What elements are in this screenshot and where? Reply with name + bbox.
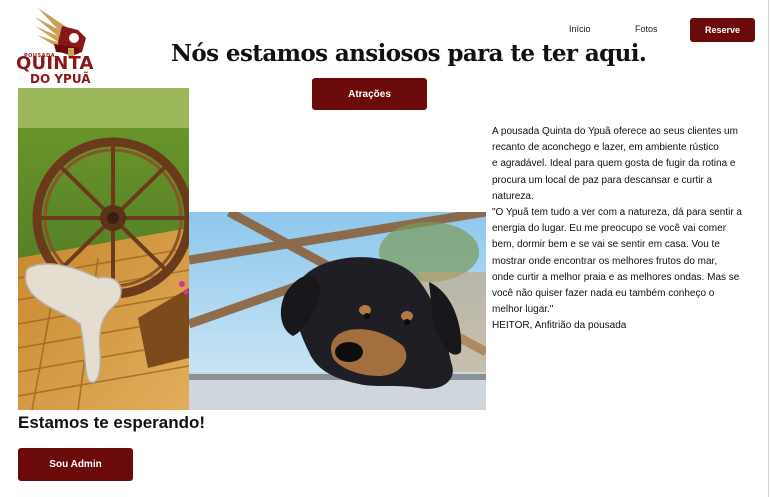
description-line: energia do lugar. Eu me preocupo se você… <box>492 223 727 235</box>
description-line: natureza. <box>492 190 534 202</box>
nav-link-fotos[interactable]: Fotos <box>635 24 658 34</box>
logo[interactable]: POUSADA QUINTA DO YPUÃ <box>14 4 104 88</box>
description-line: e agradável. Ideal para quem gosta de fu… <box>492 158 736 170</box>
admin-button[interactable]: Sou Admin <box>18 448 133 481</box>
description-line: procura um local de paz para descansar e… <box>492 174 713 186</box>
attractions-button[interactable]: Atrações <box>312 78 427 110</box>
wheel-photo <box>18 88 189 410</box>
logo-wings-icon <box>35 8 86 56</box>
description-line: bem, dormir bem e se vai se sentir em ca… <box>492 239 720 251</box>
logo-name-line2: DO YPUÃ <box>30 72 91 86</box>
description-line: mostrar onde encontrar os melhores fruto… <box>492 255 718 267</box>
description-line: melhor lugar." <box>492 304 554 316</box>
description-line: "O Ypuã tem tudo a ver com a natureza, d… <box>492 207 742 219</box>
pousada-description: A pousada Quinta do Ypuã oferece ao seus… <box>492 124 764 335</box>
description-line: A pousada Quinta do Ypuã oferece ao seus… <box>492 126 738 137</box>
description-line: você não quiser fazer nada eu também con… <box>492 288 715 300</box>
description-line: recanto de aconchego e lazer, em ambient… <box>492 142 719 154</box>
waiting-heading: Estamos te esperando! <box>18 413 206 432</box>
page-edge-divider <box>768 0 769 497</box>
logo-name-line1: QUINTA <box>16 53 94 74</box>
host-signature: HEITOR, Anfitrião da pousada <box>492 320 627 332</box>
page-title: Nós estamos ansiosos para te ter aqui. <box>171 40 647 67</box>
dog-photo <box>189 212 486 410</box>
description-line: onde curtir a melhor praia e as melhores… <box>492 271 740 283</box>
reserve-button[interactable]: Reserve <box>690 18 755 42</box>
nav-link-inicio[interactable]: Início <box>569 24 591 34</box>
